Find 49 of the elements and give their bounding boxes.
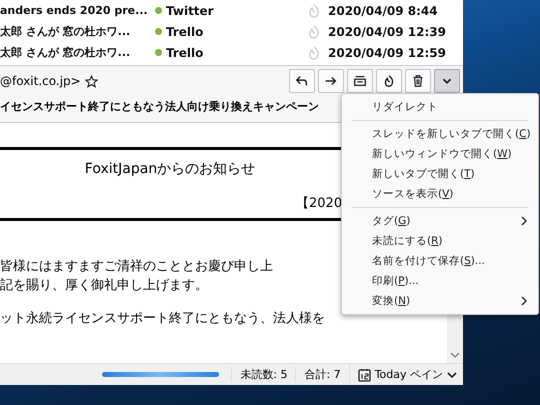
menu-item[interactable]: スレッドを新しいタブで開く(C): [342, 124, 538, 144]
calendar-icon: [358, 368, 371, 382]
toolbar-button[interactable]: [347, 69, 373, 93]
chevron-down-icon: [447, 370, 457, 378]
message-date: 2020/04/09 8:44: [328, 4, 438, 18]
total-count: 合計: 7: [295, 367, 349, 382]
message-date: 2020/04/09 12:39: [328, 24, 446, 38]
sender-address: @foxit.co.jp>: [0, 74, 81, 88]
menu-item[interactable]: タグ(G): [342, 211, 538, 231]
menu-item[interactable]: 新しいウィンドウで開く(W): [342, 144, 538, 164]
message-subject: anders ends 2020 pre...: [0, 4, 149, 17]
menu-item[interactable]: 印刷(P)...: [342, 271, 538, 291]
body-text-line: 記を賜り、厚く御礼申し上げます。: [0, 277, 208, 295]
message-sender: Trello: [166, 46, 204, 60]
banner-title: FoxitJapanからのお知らせ: [84, 160, 256, 178]
menu-item[interactable]: 未読にする(R): [342, 231, 538, 251]
toolbar-button[interactable]: [376, 69, 402, 93]
today-pane-button[interactable]: Today ペイン: [348, 364, 463, 385]
menu-item[interactable]: リダイレクト: [342, 97, 538, 117]
message-sender: Trello: [166, 24, 204, 38]
unread-count: 未読数: 5: [231, 367, 296, 382]
menu-item[interactable]: 新しいタブで開く(T): [342, 164, 538, 184]
unread-dot[interactable]: [154, 7, 162, 14]
toolbar-button[interactable]: [289, 69, 315, 93]
archive-box-icon: [353, 74, 367, 88]
unread-dot[interactable]: [154, 28, 162, 35]
message-date: 2020/04/09 12:59: [328, 46, 446, 60]
message-subject: 太郎 さんが 窓の杜ホワ...: [0, 45, 132, 60]
unread-dot[interactable]: [154, 49, 162, 56]
star-icon[interactable]: [84, 74, 98, 88]
menu-item[interactable]: 名前を付けて保存(S)...: [342, 251, 538, 271]
email-subject: イセンスサポート終了にともなう法人向け乗り換えキャンペーン: [0, 99, 319, 114]
menu-item[interactable]: 変換(N): [342, 291, 538, 311]
flame-icon: [382, 74, 396, 88]
message-sender: Twitter: [166, 4, 215, 18]
menu-item[interactable]: ソースを表示(V): [342, 184, 538, 204]
toolbar-button[interactable]: [405, 69, 431, 93]
chevron-right-icon: [521, 216, 528, 226]
body-text-line: ット永続ライセンスサポート終了にともなう、法人様を: [0, 310, 325, 328]
chevron-right-icon: [521, 296, 528, 306]
reply-arrow-icon: [295, 74, 309, 88]
toolbar-button[interactable]: [318, 69, 344, 93]
toolbar-button[interactable]: [434, 69, 460, 93]
body-text-line: 皆様にはますますご清祥のこととお慶び申し上: [0, 258, 273, 276]
forward-arrow-icon: [324, 74, 338, 88]
message-subject: 太郎 さんが 窓の杜ホワ...: [0, 24, 132, 39]
trash-icon: [411, 74, 425, 88]
banner-date: 【2020: [296, 195, 342, 212]
chevron-down-icon[interactable]: [450, 351, 460, 359]
